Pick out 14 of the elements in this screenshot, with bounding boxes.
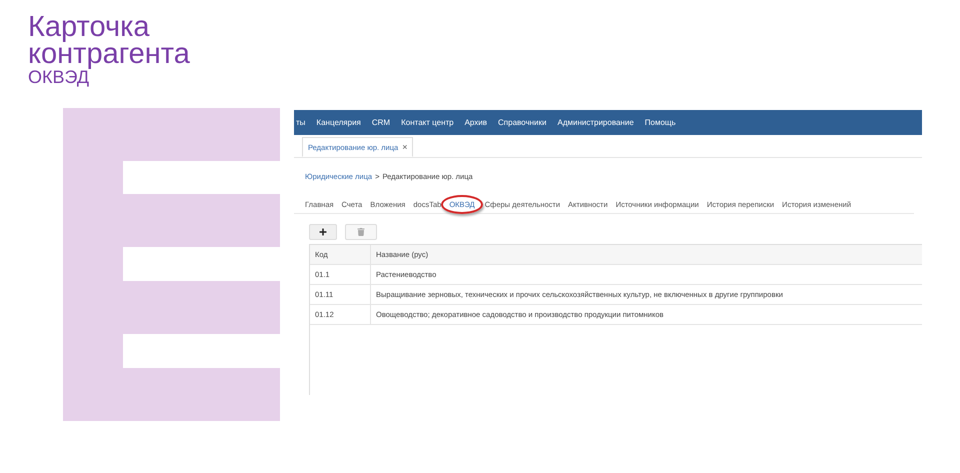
close-icon[interactable]: × bbox=[402, 142, 408, 152]
slide-subtitle: ОКВЭД bbox=[28, 68, 90, 86]
menu-item[interactable]: CRM bbox=[372, 118, 390, 127]
menu-item[interactable]: Помощь bbox=[644, 118, 676, 127]
trash-icon bbox=[357, 228, 365, 236]
menu-item[interactable]: Контакт центр bbox=[401, 118, 454, 127]
menu-item[interactable]: Канцелярия bbox=[316, 118, 361, 127]
menu-item[interactable]: Администрирование bbox=[557, 118, 634, 127]
menu-item[interactable]: Справочники bbox=[498, 118, 546, 127]
menu-item[interactable]: ты bbox=[296, 118, 306, 127]
add-button[interactable] bbox=[309, 224, 337, 240]
menu-item[interactable]: Архив bbox=[464, 118, 488, 127]
slide-title: Карточка контрагента bbox=[28, 14, 191, 68]
plus-icon bbox=[319, 228, 327, 236]
